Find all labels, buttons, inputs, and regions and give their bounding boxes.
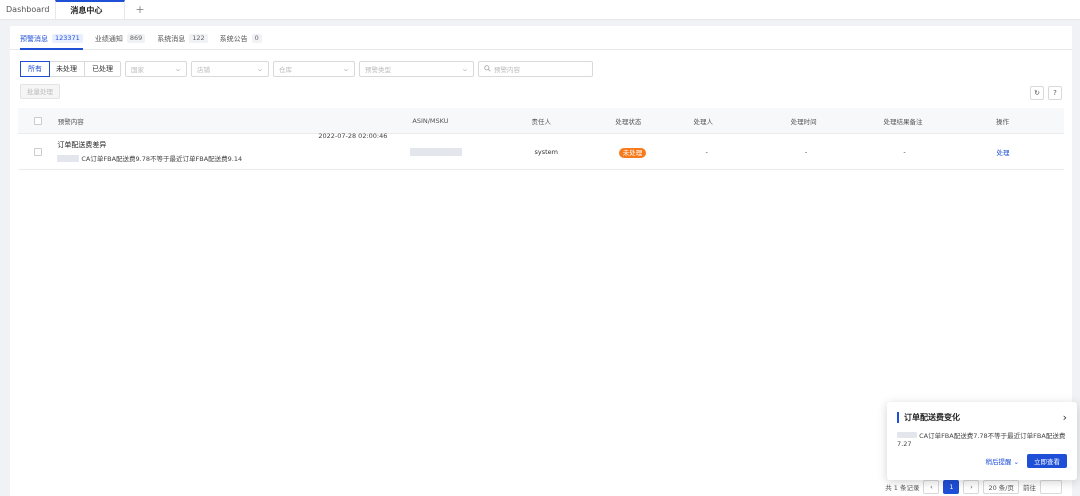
tab-message-center[interactable]: 消息中心 [55, 0, 126, 19]
header-status: 处理状态 [615, 117, 642, 126]
view-now-button[interactable]: 立即查看 [1027, 454, 1067, 468]
message-type-tabs: 预警消息 123371 业绩通知 869 系统消息 122 系统公告 0 [10, 26, 1072, 50]
alert-description: CA订单FBA配送费9.78不等于最近订单FBA配送费9.14 [81, 155, 243, 163]
tab-label: 系统消息 [157, 35, 186, 43]
alert-type-select[interactable]: 预警类型 ⌄ [359, 61, 474, 77]
goto-label: 前往 [1023, 484, 1036, 492]
search-icon [484, 64, 491, 74]
warehouse-select[interactable]: 仓库 ⌄ [273, 61, 355, 77]
tab-dashboard[interactable]: Dashboard [0, 0, 55, 19]
owner: system [534, 147, 558, 156]
notification-body: CA订单FBA配送费7.78不等于最近订单FBA配送费7.27 [897, 432, 1066, 448]
search-placeholder: 预警内容 [494, 66, 520, 74]
filter-bar: 所有 未处理 已处理 国家 ⌄ 店铺 ⌄ 仓库 ⌄ 预警类型 ⌄ 预警内容 [10, 50, 1072, 78]
shop-placeholder: 店铺 [197, 66, 210, 74]
alert-type-placeholder: 预警类型 [365, 66, 391, 74]
batch-process-button[interactable]: 批量处理 [20, 83, 60, 99]
next-page-icon[interactable]: › [963, 480, 980, 494]
header-content: 预警内容 [57, 117, 84, 126]
segment-all[interactable]: 所有 [20, 61, 50, 77]
result-note: - [903, 147, 906, 156]
chevron-down-icon: ⌄ [255, 65, 265, 73]
count-badge: 869 [126, 34, 146, 43]
tab-system-announcements[interactable]: 系统公告 0 [220, 34, 262, 50]
total-records: 共 1 条记录 [885, 484, 920, 492]
segment-processed[interactable]: 已处理 [85, 62, 120, 76]
country-select[interactable]: 国家 ⌄ [125, 61, 187, 77]
remind-later-label: 稍后提醒 [985, 458, 1012, 466]
process-link[interactable]: 处理 [997, 149, 1010, 157]
header-operation: 操作 [995, 117, 1009, 126]
country-placeholder: 国家 [131, 66, 144, 74]
tab-alert-messages[interactable]: 预警消息 123371 [20, 34, 83, 50]
top-tab-bar: Dashboard 消息中心 + [0, 0, 1080, 20]
toolbar: 批量处理 ↻ ? [10, 78, 1072, 100]
prev-page-icon[interactable]: ‹ [923, 480, 940, 494]
table-header: 预警内容 ASIN/MSKU 责任人 处理状态 处理人 处理时间 处理结果备注 … [18, 108, 1064, 134]
header-owner: 责任人 [531, 117, 552, 126]
segment-unprocessed[interactable]: 未处理 [49, 62, 85, 76]
remind-later-button[interactable]: 稍后提醒 ⌄ [985, 456, 1019, 466]
shop-select[interactable]: 店铺 ⌄ [191, 61, 269, 77]
table-row: 订单配送费差异 CA订单FBA配送费9.78不等于最近订单FBA配送费9.14 … [18, 132, 1064, 170]
tab-performance-notice[interactable]: 业绩通知 869 [94, 34, 146, 50]
page-size-select[interactable]: 20 条/页 [983, 480, 1019, 494]
count-badge: 122 [189, 34, 208, 43]
redacted-asin [410, 147, 463, 156]
header-handle-time: 处理时间 [790, 117, 817, 126]
tab-system-messages[interactable]: 系统消息 122 [157, 34, 208, 50]
tab-label: 业绩通知 [94, 35, 123, 43]
header-handler: 处理人 [693, 117, 713, 126]
chevron-down-icon: ⌄ [173, 65, 183, 73]
count-badge: 0 [251, 34, 262, 43]
select-all-checkbox[interactable] [33, 116, 42, 125]
chevron-down-icon: ⌄ [460, 65, 470, 73]
redacted-shop [897, 432, 917, 438]
header-note: 处理结果备注 [883, 117, 923, 126]
alert-title: 订单配送费差异 [57, 141, 107, 149]
search-input[interactable]: 预警内容 [478, 61, 593, 77]
handler: - [705, 147, 708, 156]
chevron-right-icon[interactable]: › [1063, 411, 1067, 424]
warehouse-placeholder: 仓库 [279, 66, 292, 74]
chevron-down-icon: ⌄ [341, 65, 351, 73]
status-segment: 所有 未处理 已处理 [20, 61, 121, 77]
add-tab-button[interactable]: + [125, 0, 154, 19]
goto-page-input[interactable] [1040, 480, 1062, 494]
alert-table: 预警内容 ASIN/MSKU 责任人 处理状态 处理人 处理时间 处理结果备注 … [18, 108, 1064, 170]
handle-time: - [804, 147, 808, 156]
row-checkbox[interactable] [33, 147, 42, 156]
tab-label: 预警消息 [20, 35, 48, 43]
count-badge: 123371 [52, 34, 83, 43]
status-badge: 未处理 [618, 147, 647, 158]
pagination: 共 1 条记录 ‹ 1 › 20 条/页 前往 [885, 480, 1062, 494]
header-asin: ASIN/MSKU [412, 116, 449, 125]
help-icon[interactable]: ? [1048, 86, 1062, 100]
notification-popup: 订单配送费变化 › CA订单FBA配送费7.78不等于最近订单FBA配送费7.2… [887, 402, 1077, 480]
tab-label: 系统公告 [219, 35, 248, 43]
page-number[interactable]: 1 [943, 480, 960, 494]
notification-title: 订单配送费变化 [897, 412, 960, 423]
refresh-icon[interactable]: ↻ [1030, 86, 1044, 100]
redacted-shop [57, 154, 80, 162]
